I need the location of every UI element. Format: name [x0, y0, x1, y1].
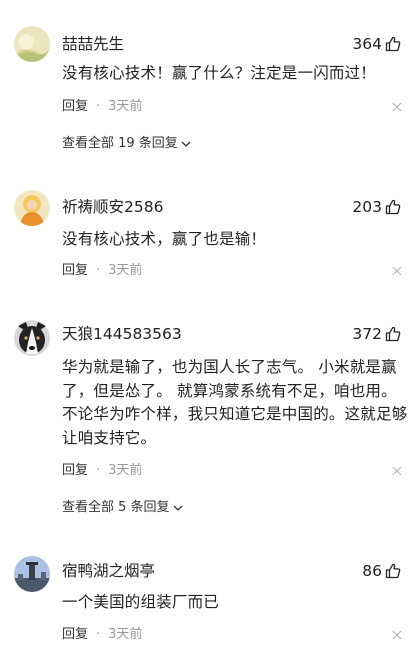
timestamp: 3天前: [108, 463, 143, 478]
reply-button[interactable]: 回复: [62, 626, 88, 644]
avatar[interactable]: [14, 320, 50, 356]
reply-button[interactable]: 回复: [62, 462, 88, 480]
username[interactable]: 天狼144583563: [62, 324, 182, 344]
chevron-down-icon: [173, 505, 183, 511]
timestamp: 3天前: [108, 627, 143, 642]
close-icon[interactable]: [391, 101, 403, 113]
separator-dot: ·: [96, 627, 101, 642]
avatar-image: [14, 556, 50, 592]
thumbs-up-icon: [385, 563, 401, 579]
thumbs-up-icon: [385, 326, 401, 342]
thumbs-up-icon: [385, 199, 401, 215]
username[interactable]: 喆喆先生: [62, 34, 124, 54]
username[interactable]: 祈祷顺安2586: [62, 197, 163, 217]
comment-text: 一个美国的组装厂而已: [62, 593, 220, 611]
avatar[interactable]: [14, 190, 50, 226]
like-count: 372: [352, 325, 382, 343]
like-count: 86: [362, 562, 382, 580]
view-replies-label: 查看全部 5 条回复: [62, 500, 170, 515]
comment-meta: 回复 · 3天前: [62, 262, 142, 280]
timestamp: 3天前: [108, 263, 143, 278]
like-button[interactable]: 364: [352, 34, 401, 54]
comment-meta: 回复 · 3天前: [62, 98, 142, 116]
avatar-image: [14, 190, 50, 226]
comment-text: 没有核心技术，赢了也是输！: [62, 230, 267, 248]
avatar[interactable]: [14, 26, 50, 62]
like-button[interactable]: 203: [352, 197, 401, 217]
view-replies-link[interactable]: 查看全部 19 条回复: [62, 135, 191, 153]
comment-meta: 回复 · 3天前: [62, 626, 142, 644]
view-replies-label: 查看全部 19 条回复: [62, 136, 178, 151]
avatar-image: [14, 320, 50, 356]
reply-button[interactable]: 回复: [62, 262, 88, 280]
close-icon[interactable]: [391, 265, 403, 277]
close-icon[interactable]: [391, 629, 403, 641]
avatar[interactable]: [14, 556, 50, 592]
comment-meta: 回复 · 3天前: [62, 462, 142, 480]
username[interactable]: 宿鸭湖之烟亭: [62, 561, 155, 581]
like-count: 203: [352, 198, 382, 216]
separator-dot: ·: [96, 463, 101, 478]
reply-button[interactable]: 回复: [62, 98, 88, 116]
comment-text: 没有核心技术！赢了什么？注定是一闪而过！: [62, 64, 377, 82]
separator-dot: ·: [96, 99, 101, 114]
comment-text: 华为就是输了，也为国人长了志气。 小米就是赢了，但是怂了。 就算鸿蒙系统有不足，…: [62, 358, 408, 447]
close-icon[interactable]: [391, 465, 403, 477]
timestamp: 3天前: [108, 99, 143, 114]
view-replies-link[interactable]: 查看全部 5 条回复: [62, 499, 183, 517]
separator-dot: ·: [96, 263, 101, 278]
like-button[interactable]: 372: [352, 324, 401, 344]
thumbs-up-icon: [385, 36, 401, 52]
like-count: 364: [352, 35, 382, 53]
like-button[interactable]: 86: [362, 561, 401, 581]
chevron-down-icon: [181, 141, 191, 147]
avatar-image: [14, 26, 50, 62]
